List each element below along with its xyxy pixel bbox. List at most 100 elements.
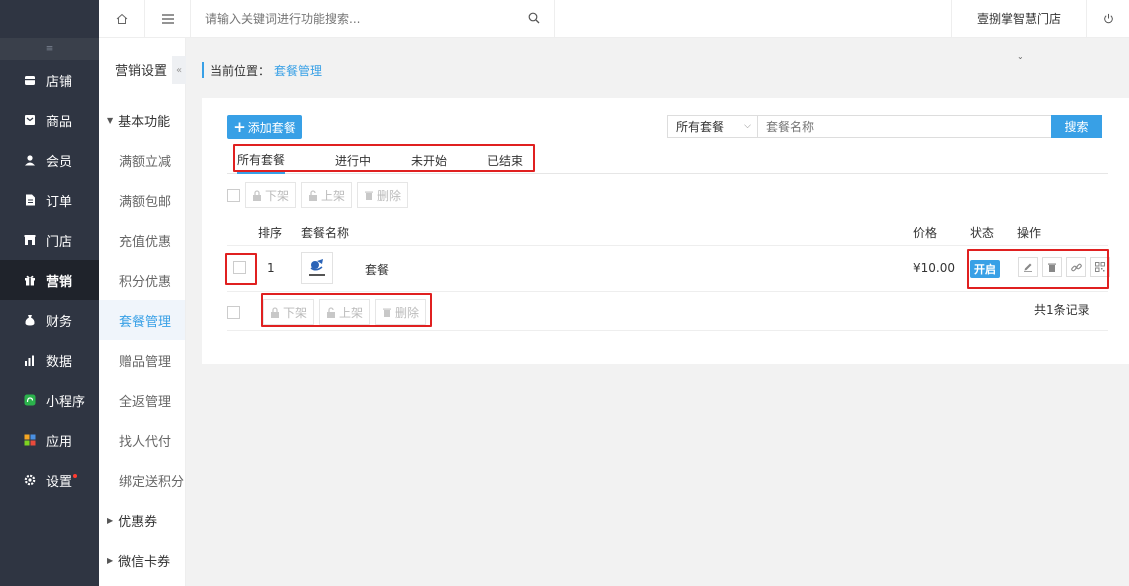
search-button[interactable]: 搜索 [1051, 115, 1102, 138]
tab-all[interactable]: 所有套餐 [237, 146, 286, 174]
sub-item-0[interactable]: 满额立减 [99, 140, 185, 180]
sub-item-4[interactable]: 套餐管理 [99, 300, 185, 340]
main-nav: ≡ 店铺 商品 会员订单门店营销财务 数据 小程序应用设置 [0, 0, 99, 586]
tab-ended[interactable]: 已结束 [487, 146, 523, 174]
tab-ongoing[interactable]: 进行中 [335, 146, 371, 174]
home-button[interactable] [99, 0, 145, 38]
menu-toggle-button[interactable] [145, 0, 191, 38]
link-button[interactable] [1066, 257, 1086, 277]
hamburger-icon [161, 13, 174, 24]
divider [227, 330, 1108, 331]
sub-group-coupon-label: 优惠券 [118, 514, 158, 530]
nav-item-label: 营销 [46, 274, 73, 290]
bulk-on-shelf-button-bottom[interactable]: 上架 [319, 299, 371, 325]
nav-item-6[interactable]: 财务 [0, 300, 99, 340]
bulk-on-shelf-button[interactable]: 上架 [301, 182, 353, 208]
gear-icon [24, 474, 36, 486]
plus-icon: + [233, 118, 246, 136]
sub-group-basic[interactable]: ▼ 基本功能 [99, 100, 185, 140]
bulk-actions-bottom: 下架 上架 删除 [227, 299, 427, 325]
header-price: 价格 [913, 226, 938, 240]
nav-item-9[interactable]: 应用 [0, 420, 99, 460]
select-all-checkbox[interactable] [227, 188, 240, 202]
member-icon [24, 154, 36, 166]
global-search-input[interactable] [205, 11, 505, 26]
nav-item-label: 门店 [46, 234, 73, 250]
tab-not-started[interactable]: 未开始 [411, 146, 447, 174]
bulk-actions-top: 下架 上架 删除 [227, 182, 409, 208]
nav-item-1[interactable]: 商品 [0, 100, 99, 140]
sub-menu-title-text: 营销设置 [115, 63, 168, 79]
unlock-icon [326, 306, 336, 318]
trash-icon [1048, 263, 1056, 272]
nav-item-10[interactable]: 设置 [0, 460, 99, 500]
nav-item-3[interactable]: 订单 [0, 180, 99, 220]
bulk-off-shelf-button[interactable]: 下架 [245, 182, 297, 208]
nav-list: 店铺 商品 会员订单门店营销财务 数据 小程序应用设置 [0, 60, 99, 500]
power-icon [1103, 13, 1113, 24]
logout-button[interactable] [1087, 0, 1129, 38]
apps-icon [24, 434, 36, 446]
sub-group-wechat[interactable]: ▶ 微信卡券 [99, 540, 185, 580]
status-badge[interactable]: 开启 [970, 260, 1000, 278]
sub-group-coupon[interactable]: ▶ 优惠券 [99, 500, 185, 540]
package-name-input[interactable] [758, 115, 1052, 138]
nav-item-0[interactable]: 店铺 [0, 60, 99, 100]
unlock-icon [308, 189, 318, 201]
bulk-off-shelf-label: 下架 [265, 188, 290, 203]
header-order: 排序 [258, 226, 283, 240]
notification-dot [73, 474, 78, 478]
nav-item-5[interactable]: 营销 [0, 260, 99, 300]
status-tabs: 所有套餐 进行中 未开始 已结束 [227, 146, 1108, 174]
select-all-checkbox-bottom[interactable] [227, 305, 240, 319]
nav-collapse-button[interactable]: ≡ [0, 38, 99, 60]
bulk-off-shelf-button-bottom[interactable]: 下架 [263, 299, 315, 325]
delete-button[interactable] [1042, 257, 1062, 277]
sub-menu-collapse-button[interactable]: « [172, 56, 186, 84]
double-chevron-left-icon: « [175, 64, 183, 76]
nav-item-8[interactable]: 小程序 [0, 380, 99, 420]
row-name[interactable]: 套餐 [365, 261, 389, 278]
bulk-delete-button[interactable]: 删除 [357, 182, 409, 208]
sub-menu-title: 营销设置 « [99, 38, 186, 100]
chevron-down-icon[interactable]: ⌄ [1017, 52, 1024, 61]
add-package-button[interactable]: + 添加套餐 [227, 115, 302, 139]
package-filter-select[interactable]: 所有套餐 ⌵ [667, 115, 758, 138]
sub-item-2[interactable]: 充值优惠 [99, 220, 185, 260]
lock-icon [252, 189, 262, 201]
shop-icon [24, 234, 36, 246]
breadcrumb-current[interactable]: 套餐管理 [274, 62, 322, 79]
sub-item-6[interactable]: 全返管理 [99, 380, 185, 420]
link-icon [1070, 263, 1082, 271]
sub-item-7[interactable]: 找人代付 [99, 420, 185, 460]
nav-item-label: 应用 [46, 434, 73, 450]
nav-item-label: 订单 [46, 194, 73, 210]
header-status: 状态 [970, 226, 995, 240]
sub-item-list: 满额立减 满额包邮 充值优惠 积分优惠 套餐管理 赠品管理 全返管理 找人代付 绑定送积分 [99, 140, 185, 500]
bulk-delete-button-bottom[interactable]: 删除 [375, 299, 427, 325]
table-row: 1 套餐 ¥10.00 开启 [227, 246, 1110, 292]
nav-item-2[interactable]: 会员 [0, 140, 99, 180]
package-panel: + 添加套餐 所有套餐 ⌵ 搜索 所有套餐 进行中 未开始 已结束 下架 上架 … [202, 98, 1129, 364]
breadcrumb-label: 当前位置： [210, 63, 271, 78]
qrcode-button[interactable] [1090, 257, 1110, 277]
sub-item-8[interactable]: 绑定送积分 [99, 460, 185, 500]
search-icon[interactable] [528, 12, 540, 24]
mini-program-icon [24, 394, 36, 406]
sub-item-5[interactable]: 赠品管理 [99, 340, 185, 380]
home-icon [116, 13, 127, 24]
record-count: 共1条记录 [1034, 303, 1090, 317]
edit-button[interactable] [1018, 257, 1038, 277]
bulk-off-shelf-label: 下架 [283, 305, 308, 320]
bulk-delete-label: 删除 [377, 188, 402, 203]
sub-group-wechat-label: 微信卡券 [118, 554, 171, 570]
logo-area [0, 0, 99, 38]
table-header: 排序 套餐名称 价格 状态 操作 [227, 218, 1108, 246]
row-checkbox[interactable] [233, 261, 246, 274]
sub-item-1[interactable]: 满额包邮 [99, 180, 185, 220]
sub-item-3[interactable]: 积分优惠 [99, 260, 185, 300]
shop-name[interactable]: 壹捌掌智慧门店 [951, 0, 1087, 38]
nav-item-4[interactable]: 门店 [0, 220, 99, 260]
header-ops: 操作 [1017, 226, 1042, 240]
nav-item-7[interactable]: 数据 [0, 340, 99, 380]
